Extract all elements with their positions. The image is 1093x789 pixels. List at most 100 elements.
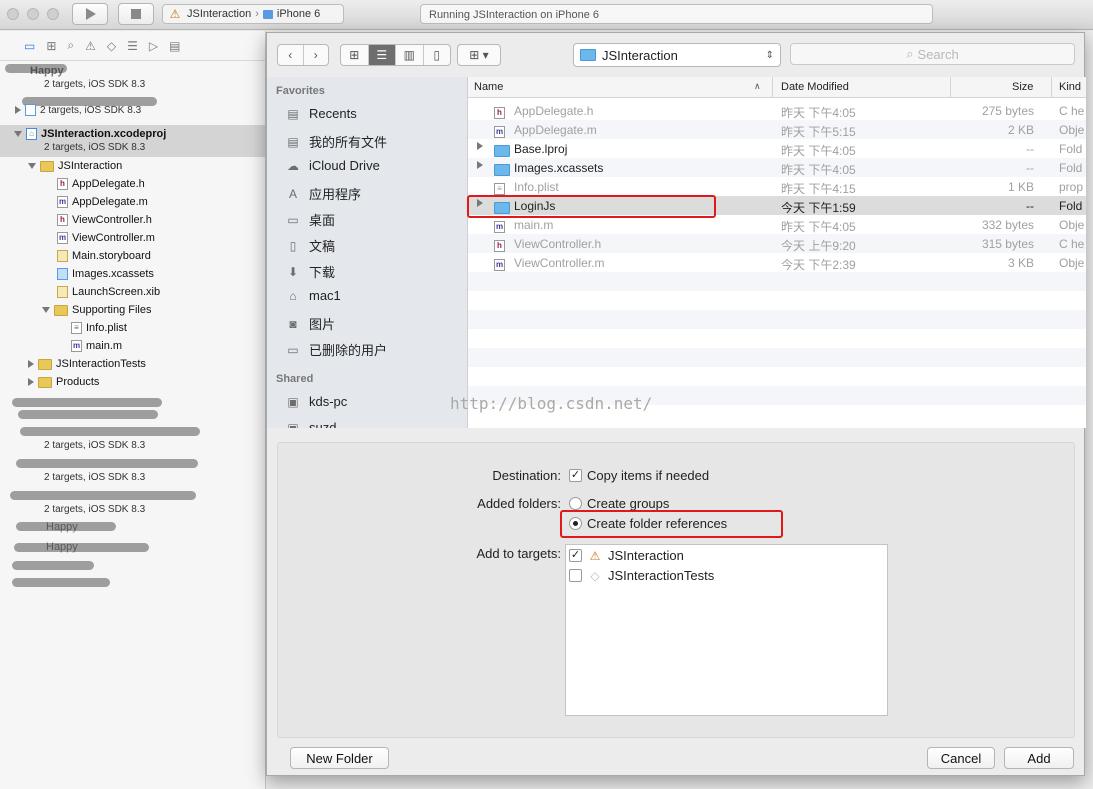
tree-item-viewcontroller-h[interactable]: h ViewController.h: [57, 214, 152, 226]
search-field[interactable]: ⌕ Search: [790, 43, 1075, 65]
sidebar-item-desktop[interactable]: ▭ 桌面: [285, 210, 335, 229]
add-button[interactable]: Add: [1004, 747, 1074, 769]
sidebar-item-suzd[interactable]: ▣ suzd: [285, 420, 336, 428]
file-row[interactable]: h AppDelegate.h 昨天 下午4:05 275 bytes C he: [468, 101, 1086, 120]
file-row[interactable]: m AppDelegate.m 昨天 下午5:15 2 KB Obje: [468, 120, 1086, 139]
sidebar-item-pictures[interactable]: ◙ 图片: [285, 314, 335, 333]
project-name: Happy: [46, 541, 78, 553]
sidebar-item-kds-pc[interactable]: ▣ kds-pc: [285, 394, 347, 409]
tree-item-jsinteraction-group[interactable]: JSInteraction: [28, 160, 122, 172]
debug-navigator-icon[interactable]: ☰: [127, 39, 138, 53]
close-window-button[interactable]: [7, 8, 19, 20]
path-popup[interactable]: JSInteraction ⇕: [573, 43, 781, 67]
column-header-size[interactable]: Size: [1012, 81, 1033, 93]
tree-item-label: JSInteractionTests: [56, 358, 146, 370]
disclosure-triangle-icon[interactable]: [28, 163, 36, 169]
cancel-button[interactable]: Cancel: [927, 747, 995, 769]
project-file-icon: [25, 104, 36, 116]
sidebar-item-deleted-users[interactable]: ▭ 已删除的用户: [285, 340, 387, 359]
folder-icon: [40, 160, 54, 172]
issue-navigator-icon[interactable]: ⚠: [85, 39, 96, 53]
tree-item-launchscreen-xib[interactable]: LaunchScreen.xib: [57, 286, 160, 298]
zoom-window-button[interactable]: [47, 8, 59, 20]
tree-item-label: Info.plist: [86, 322, 127, 334]
device-icon: [262, 9, 273, 19]
disclosure-triangle-icon[interactable]: [28, 360, 34, 368]
icon-view-button[interactable]: ⊞: [341, 45, 369, 65]
column-divider[interactable]: [950, 77, 951, 98]
sidebar-item-documents[interactable]: ▯ 文稿: [285, 236, 335, 255]
project-row[interactable]: 2 targets, iOS SDK 8.3: [15, 104, 141, 116]
sidebar-item-home[interactable]: ⌂ mac1: [285, 288, 340, 303]
arrange-menu[interactable]: ⊞ ▾: [457, 44, 501, 66]
add-files-sheet: ‹ › ⊞ ☰ ▥ ▯ ⊞ ▾ JSInteraction ⇕ ⌕ Search…: [266, 32, 1086, 776]
project-row-jsinteraction[interactable]: ⌂ JSInteraction.xcodeproj: [14, 128, 166, 140]
column-divider[interactable]: [1051, 77, 1052, 98]
sidebar-item-icloud[interactable]: ☁ iCloud Drive: [285, 158, 380, 173]
tree-item-label: main.m: [86, 340, 123, 352]
tree-item-label: LaunchScreen.xib: [72, 286, 161, 298]
tree-item-label: Images.xcassets: [72, 268, 154, 280]
column-header-name[interactable]: Name: [474, 81, 503, 93]
xcodeproj-icon: ⌂: [26, 128, 37, 140]
file-row[interactable]: Base.lproj 昨天 下午4:05 -- Fold: [468, 139, 1086, 158]
list-view-button[interactable]: ☰: [368, 45, 396, 65]
tree-item-appdelegate-m[interactable]: m AppDelegate.m: [57, 196, 148, 208]
run-button[interactable]: [72, 3, 108, 25]
target-item-jsinteractiontests[interactable]: ◇ JSInteractionTests: [569, 568, 714, 583]
test-navigator-icon[interactable]: ◇: [107, 39, 116, 53]
stop-button[interactable]: [118, 3, 154, 25]
column-header-date[interactable]: Date Modified: [781, 81, 849, 93]
find-navigator-icon[interactable]: ⌕: [67, 38, 74, 53]
file-row[interactable]: Images.xcassets 昨天 下午4:05 -- Fold: [468, 158, 1086, 177]
sidebar-item-all-files[interactable]: ▤ 我的所有文件: [285, 132, 387, 151]
disclosure-triangle-icon[interactable]: [28, 378, 34, 386]
column-divider[interactable]: [772, 77, 773, 98]
project-navigator-icon[interactable]: ▭: [24, 39, 35, 53]
breakpoint-navigator-icon[interactable]: ▷: [149, 39, 158, 53]
disclosure-triangle-icon[interactable]: [15, 106, 21, 114]
back-button[interactable]: ‹: [278, 45, 304, 65]
sidebar-item-downloads[interactable]: ⬇ 下载: [285, 262, 335, 281]
sort-ascending-icon: ∧: [754, 81, 761, 91]
disclosure-triangle-icon[interactable]: [14, 131, 22, 137]
tree-item-label: JSInteraction: [58, 160, 123, 172]
added-folders-label: Added folders:: [477, 496, 561, 511]
header-file-icon: h: [57, 178, 68, 190]
tree-item-appdelegate-h[interactable]: h AppDelegate.h: [57, 178, 145, 190]
target-item-jsinteraction[interactable]: ✓ ⚠ JSInteraction: [569, 548, 684, 563]
file-row[interactable]: m ViewController.m 今天 下午2:39 3 KB Obje: [468, 253, 1086, 272]
scheme-selector[interactable]: ⚠ JSInteraction › iPhone 6: [162, 4, 344, 24]
project-subtitle: 2 targets, iOS SDK 8.3: [44, 504, 146, 515]
tree-item-jsinteractiontests[interactable]: JSInteractionTests: [28, 358, 146, 370]
disclosure-triangle-icon[interactable]: [477, 161, 483, 169]
tree-item-images-xcassets[interactable]: Images.xcassets: [57, 268, 154, 280]
column-header-kind[interactable]: Kind: [1059, 81, 1081, 93]
tree-item-supporting-files[interactable]: Supporting Files: [42, 304, 152, 316]
copy-items-checkbox[interactable]: ✓ Copy items if needed: [569, 468, 709, 483]
tree-item-info-plist[interactable]: ≡ Info.plist: [71, 322, 127, 334]
tree-item-main-m[interactable]: m main.m: [71, 340, 122, 352]
cover-flow-button[interactable]: ▯: [424, 45, 451, 65]
new-folder-button[interactable]: New Folder: [290, 747, 389, 769]
checkbox-icon[interactable]: [569, 569, 582, 582]
disclosure-triangle-icon[interactable]: [42, 307, 50, 313]
create-groups-radio[interactable]: Create groups: [569, 496, 669, 511]
targets-list: ✓ ⚠ JSInteraction ◇ JSInteractionTests: [565, 544, 888, 716]
applications-icon: A: [288, 186, 297, 201]
tree-item-viewcontroller-m[interactable]: m ViewController.m: [57, 232, 155, 244]
file-row[interactable]: h ViewController.h 今天 上午9:20 315 bytes C he: [468, 234, 1086, 253]
sidebar-item-recents[interactable]: ▤ Recents: [285, 106, 356, 121]
report-navigator-icon[interactable]: ▤: [169, 39, 180, 53]
file-row[interactable]: ≡ Info.plist 昨天 下午4:15 1 KB prop: [468, 177, 1086, 196]
disclosure-triangle-icon[interactable]: [477, 142, 483, 150]
forward-button[interactable]: ›: [304, 45, 329, 65]
documents-icon: ▯: [289, 238, 297, 253]
checkmark-icon[interactable]: ✓: [569, 549, 582, 562]
tree-item-products[interactable]: Products: [28, 376, 99, 388]
minimize-window-button[interactable]: [27, 8, 39, 20]
column-view-button[interactable]: ▥: [396, 45, 424, 65]
sidebar-item-applications[interactable]: A 应用程序: [285, 184, 361, 203]
tree-item-main-storyboard[interactable]: Main.storyboard: [57, 250, 151, 262]
symbol-navigator-icon[interactable]: ⊞: [46, 39, 56, 53]
